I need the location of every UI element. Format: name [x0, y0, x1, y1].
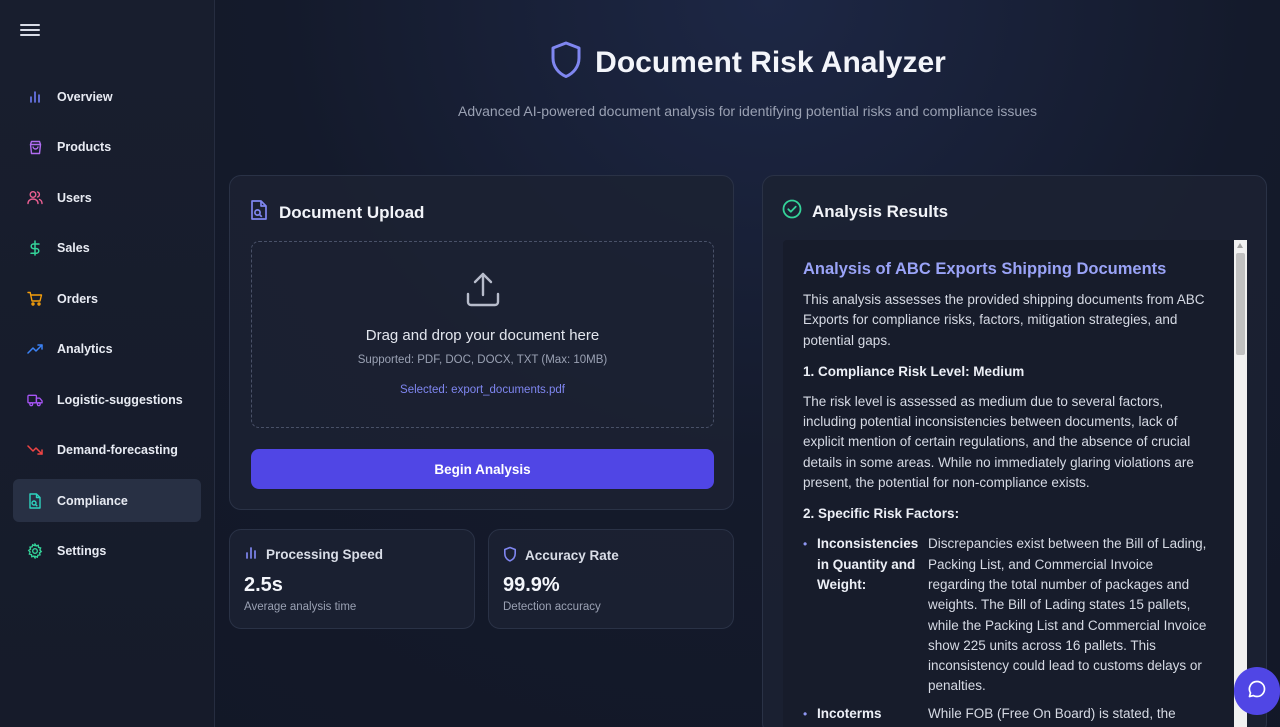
sidebar-item-logistic-suggestions[interactable]: Logistic-suggestions — [13, 378, 201, 421]
accuracy-rate-card: Accuracy Rate 99.9% Detection accuracy — [488, 529, 734, 629]
processing-speed-card: Processing Speed 2.5s Average analysis t… — [229, 529, 475, 629]
list-item-text: While FOB (Free On Board) is stated, the… — [928, 705, 1176, 727]
sidebar-item-label: Logistic-suggestions — [57, 392, 183, 407]
sidebar-item-demand-forecasting[interactable]: Demand-forecasting — [13, 429, 201, 472]
sidebar-item-label: Orders — [57, 291, 98, 306]
sidebar-item-label: Demand-forecasting — [57, 443, 178, 457]
file-dropzone[interactable]: Drag and drop your document here Support… — [251, 241, 714, 428]
bar-chart-icon — [244, 546, 258, 563]
stat-value: 2.5s — [244, 574, 283, 596]
list-item: • Incoterms While FOB (Free On Board) is… — [803, 704, 1213, 727]
upload-title-text: Document Upload — [279, 202, 425, 222]
file-search-icon — [249, 199, 269, 226]
upload-card-title: Document Upload — [249, 199, 424, 226]
list-item-term: Inconsistencies in Quantity and Weight: — [817, 536, 919, 592]
page-title: Document Risk Analyzer — [595, 45, 946, 79]
chat-button[interactable] — [1234, 667, 1280, 715]
cart-icon — [27, 291, 43, 307]
section1-heading: 1. Compliance Risk Level: Medium — [803, 363, 1025, 379]
list-item-term: Incoterms — [817, 705, 882, 721]
sidebar-item-label: Compliance — [57, 493, 128, 508]
truck-icon — [27, 392, 43, 408]
page-header: Document Risk Analyzer Advanced AI-power… — [215, 40, 1280, 121]
sidebar-item-label: Products — [57, 140, 112, 154]
results-content: Analysis of ABC Exports Shipping Documen… — [803, 260, 1213, 727]
results-heading: Analysis of ABC Exports Shipping Documen… — [803, 260, 1167, 278]
stat-description: Average analysis time — [244, 601, 357, 613]
sidebar-item-label: Users — [57, 190, 92, 205]
selected-file: Selected: export_documents.pdf — [400, 384, 565, 396]
sidebar-item-settings[interactable]: Settings — [13, 530, 201, 573]
results-intro: This analysis assesses the provided ship… — [803, 292, 1205, 348]
shield-icon — [503, 546, 517, 565]
sidebar-item-products[interactable]: Products — [13, 126, 201, 169]
list-item: • Inconsistencies in Quantity and Weight… — [803, 534, 1213, 696]
sidebar-item-label: Overview — [57, 89, 113, 104]
begin-analysis-button[interactable]: Begin Analysis — [251, 449, 714, 489]
trending-up-icon — [27, 341, 43, 357]
stat-value: 99.9% — [503, 574, 560, 596]
sidebar: Overview Products Users Sales Orders Ana… — [0, 0, 215, 727]
bullet-icon: • — [803, 706, 808, 721]
list-item-text: Discrepancies exist between the Bill of … — [928, 536, 1207, 694]
sidebar-item-users[interactable]: Users — [13, 176, 201, 219]
scroll-up-arrow-icon[interactable] — [1237, 243, 1243, 248]
drop-text: Drag and drop your document here — [365, 327, 600, 344]
sidebar-item-sales[interactable]: Sales — [13, 227, 201, 270]
check-circle-icon — [782, 199, 802, 224]
dollar-icon — [27, 240, 43, 256]
section2-heading: 2. Specific Risk Factors: — [803, 506, 960, 522]
sidebar-item-compliance[interactable]: Compliance — [13, 479, 201, 522]
shopping-bag-icon — [27, 139, 43, 155]
sidebar-item-label: Settings — [57, 544, 107, 558]
stat-head: Accuracy Rate — [503, 546, 619, 565]
shield-icon — [549, 40, 583, 85]
gear-icon — [27, 543, 43, 559]
bullet-icon: • — [803, 537, 808, 552]
results-title-text: Analysis Results — [812, 201, 949, 221]
menu-icon[interactable] — [20, 21, 40, 41]
stat-title: Processing Speed — [266, 547, 384, 562]
results-card-title: Analysis Results — [782, 199, 948, 224]
stat-description: Detection accuracy — [503, 601, 601, 613]
scrollbar[interactable] — [1234, 240, 1247, 727]
sidebar-item-orders[interactable]: Orders — [13, 277, 201, 320]
file-search-icon — [27, 492, 43, 509]
scrollbar-thumb[interactable] — [1236, 253, 1245, 355]
title-row: Document Risk Analyzer — [215, 40, 1280, 85]
upload-icon — [252, 272, 713, 313]
section1-text: The risk level is assessed as medium due… — [803, 393, 1194, 491]
stat-head: Processing Speed — [244, 546, 383, 563]
stat-title: Accuracy Rate — [525, 548, 619, 563]
page-subtitle: Advanced AI-powered document analysis fo… — [458, 103, 1037, 119]
bar-chart-icon — [27, 89, 43, 105]
trending-down-icon — [27, 442, 43, 458]
sidebar-item-label: Analytics — [57, 342, 113, 356]
analysis-results-card: Analysis Results Analysis of ABC Exports… — [762, 175, 1267, 727]
chat-bubble-icon — [1247, 679, 1267, 704]
results-scroll-area[interactable]: Analysis of ABC Exports Shipping Documen… — [783, 240, 1247, 727]
sidebar-item-overview[interactable]: Overview — [13, 75, 201, 118]
document-upload-card: Document Upload Drag and drop your docum… — [229, 175, 734, 510]
sidebar-item-label: Sales — [57, 241, 90, 255]
users-icon — [27, 190, 43, 206]
sidebar-nav: Overview Products Users Sales Orders Ana… — [13, 75, 201, 580]
sidebar-item-analytics[interactable]: Analytics — [13, 328, 201, 371]
supported-formats: Supported: PDF, DOC, DOCX, TXT (Max: 10M… — [357, 354, 608, 366]
